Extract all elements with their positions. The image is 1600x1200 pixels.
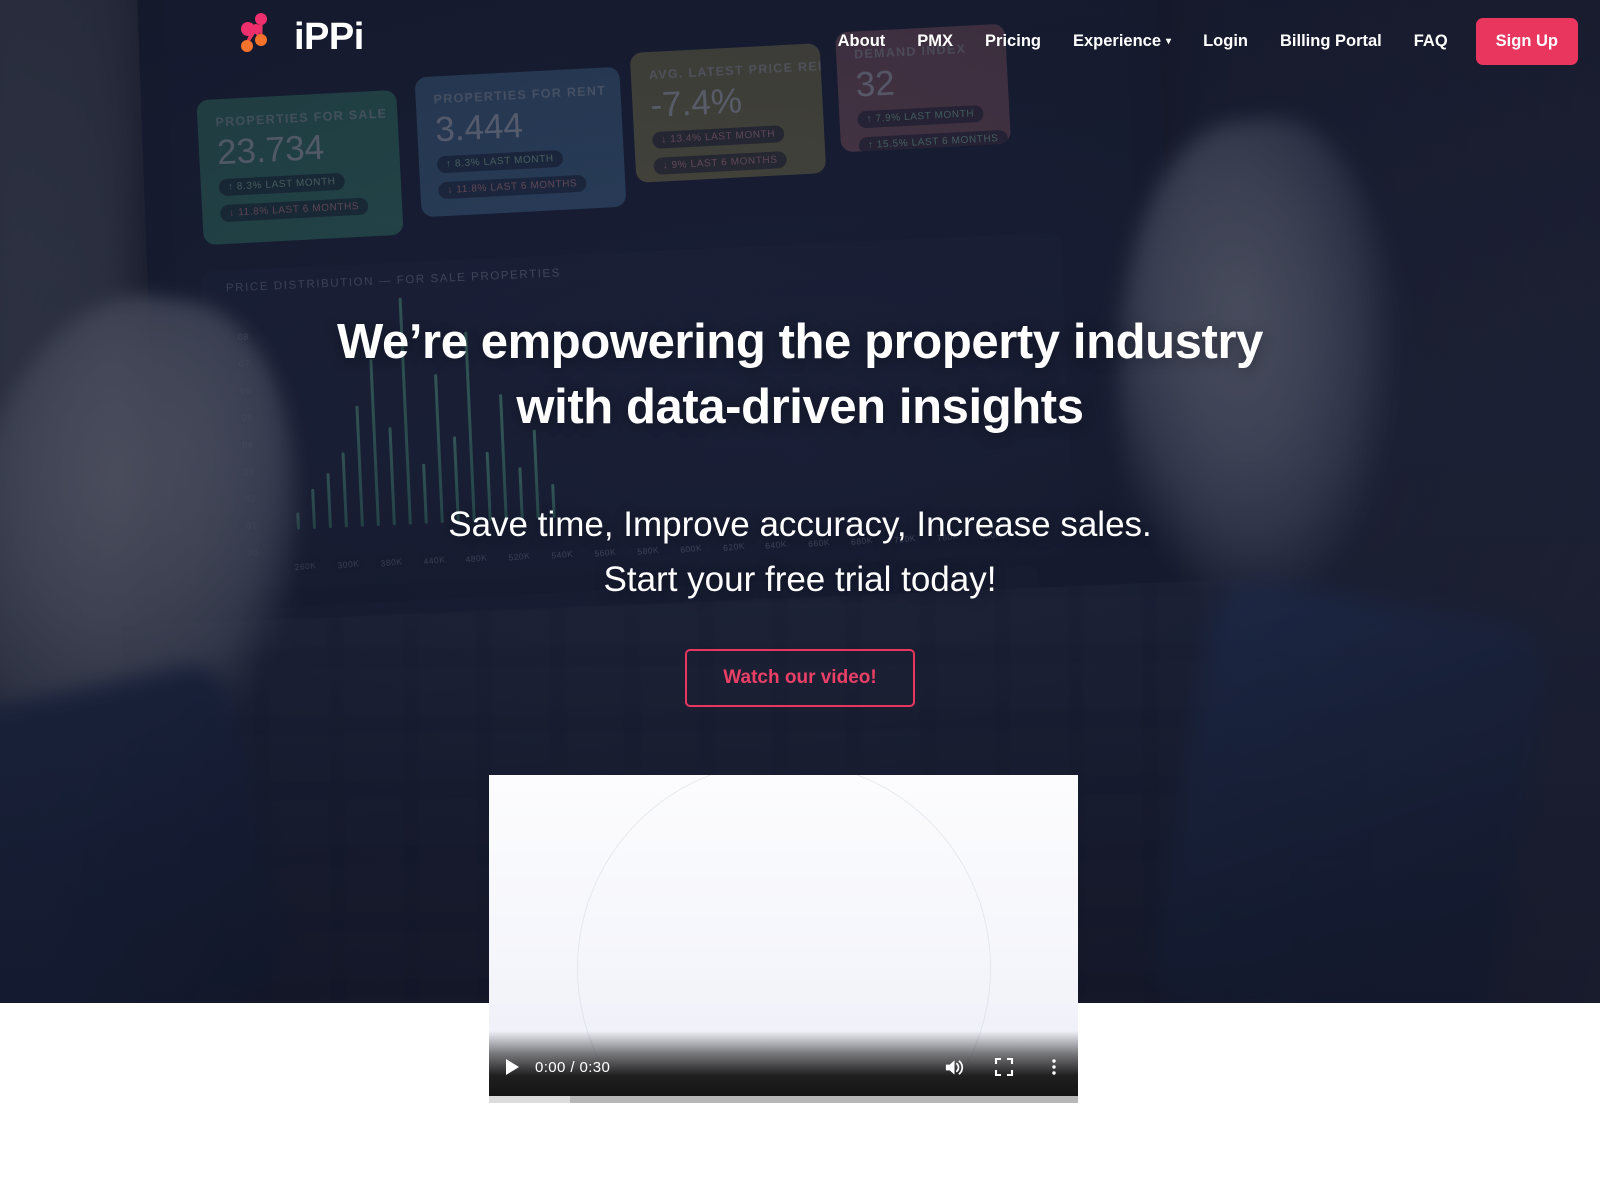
hero-headline-line-1: We’re empowering the property industry <box>337 315 1263 369</box>
hero-headline-line-2: with data-driven insights <box>516 380 1084 435</box>
hero-subheadline-line-1: Save time, Improve accuracy, Increase sa… <box>448 505 1152 545</box>
nav-link-pmx[interactable]: PMX <box>901 22 969 61</box>
chevron-down-icon: ▾ <box>1166 36 1172 47</box>
video-controls-right <box>944 1057 1064 1077</box>
hero-headline: We’re empowering the property industry w… <box>0 310 1600 440</box>
video-controls: 0:00 / 0:30 <box>489 1031 1078 1103</box>
nav-link-faq[interactable]: FAQ <box>1398 22 1464 61</box>
brand-logo-link[interactable]: iPPi <box>228 6 364 68</box>
video-player[interactable]: 0:00 / 0:30 <box>489 775 1078 1103</box>
video-controls-left: 0:00 / 0:30 <box>503 1058 610 1076</box>
nav-label: Login <box>1203 31 1248 50</box>
video-progress-bar[interactable] <box>489 1096 1078 1103</box>
hero-content: We’re empowering the property industry w… <box>0 0 1600 707</box>
network-nodes-icon <box>228 6 290 68</box>
video-buffer-bar <box>489 1096 571 1103</box>
sign-up-button[interactable]: Sign Up <box>1475 17 1578 65</box>
fullscreen-icon[interactable] <box>994 1057 1014 1077</box>
nav-label: Experience <box>1072 31 1162 50</box>
nav-link-login[interactable]: Login <box>1187 22 1264 61</box>
nav-label: FAQ <box>1413 31 1448 50</box>
page-root: PROPERTIES FOR SALE 23.734 ↑ 8.3% LAST M… <box>0 0 1600 1200</box>
nav-link-billing-portal[interactable]: Billing Portal <box>1264 22 1398 61</box>
nav-link-experience[interactable]: Experience ▾ <box>1057 22 1187 61</box>
nav-label: Billing Portal <box>1279 31 1382 50</box>
nav-label: PMX <box>917 31 954 50</box>
nav-label: Pricing <box>985 31 1041 50</box>
hero-subheadline-line-2: Start your free trial today! <box>603 559 997 599</box>
nav-label: About <box>837 31 886 50</box>
watch-our-video-button[interactable]: Watch our video! <box>685 648 915 707</box>
video-time-display: 0:00 / 0:30 <box>535 1058 611 1076</box>
nav-link-about[interactable]: About <box>822 22 902 61</box>
play-icon[interactable] <box>503 1058 521 1076</box>
navbar: iPPi About PMX Pricing Experience ▾ Logi… <box>0 0 1600 82</box>
volume-icon[interactable] <box>944 1057 964 1077</box>
nav-links: About PMX Pricing Experience ▾ Login Bil… <box>822 0 1578 82</box>
hero-subheadline: Save time, Improve accuracy, Increase sa… <box>0 498 1600 607</box>
more-options-icon[interactable] <box>1044 1057 1064 1077</box>
brand-name: iPPi <box>294 16 364 58</box>
nav-link-pricing[interactable]: Pricing <box>969 22 1057 61</box>
